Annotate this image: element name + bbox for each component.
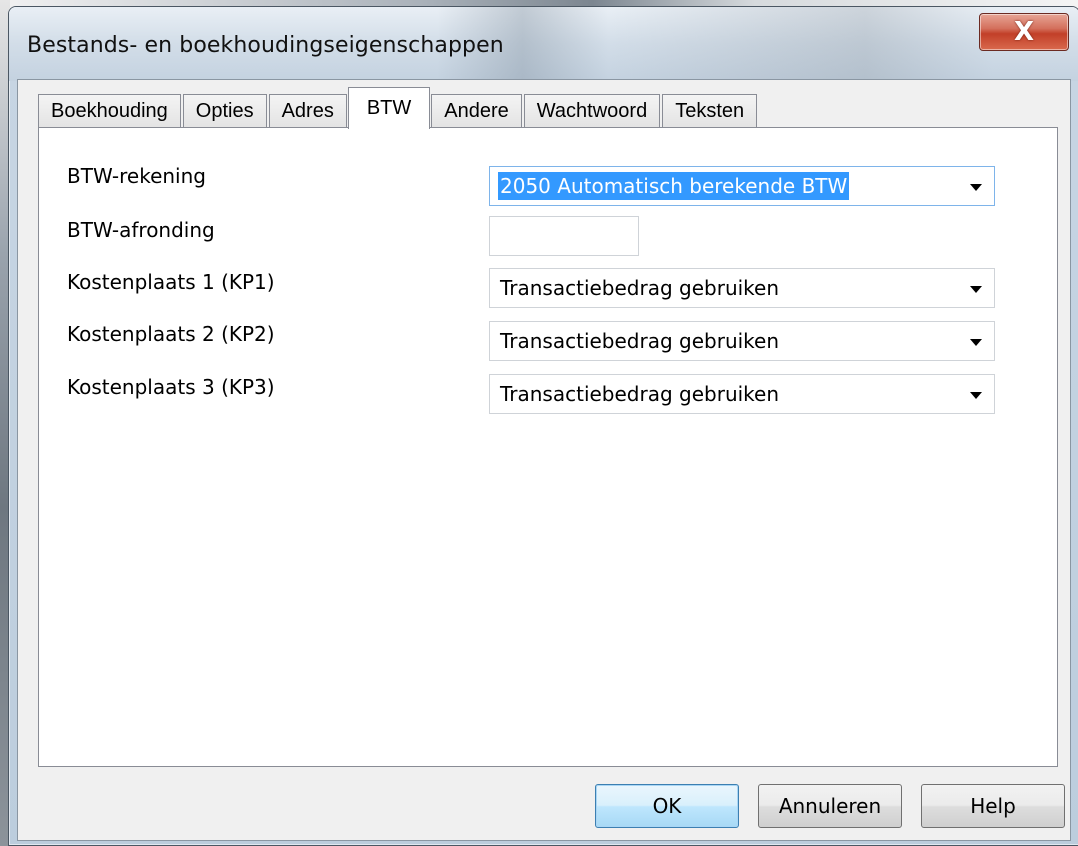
btw-rekening-label: BTW-rekening [67, 164, 206, 188]
cancel-button[interactable]: Annuleren [758, 784, 902, 828]
chevron-down-icon[interactable] [970, 392, 982, 399]
kp3-value: Transactiebedrag gebruiken [500, 382, 780, 406]
kp1-value: Transactiebedrag gebruiken [500, 276, 780, 300]
tab-boekhouding[interactable]: Boekhouding [38, 94, 181, 128]
tab-teksten[interactable]: Teksten [662, 94, 758, 128]
kp2-value: Transactiebedrag gebruiken [500, 329, 780, 353]
btw-rekening-dropdown[interactable]: 2050 Automatisch berekende BTW [489, 166, 995, 206]
kp3-dropdown[interactable]: Transactiebedrag gebruiken [489, 374, 995, 414]
dialog-client-area: Boekhouding Opties Adres BTW Andere Wach… [17, 79, 1071, 841]
window-title: Bestands- en boekhoudingseigenschappen [27, 33, 504, 58]
kp3-label: Kostenplaats 3 (KP3) [67, 375, 275, 399]
tab-btw[interactable]: BTW [347, 87, 431, 129]
kp1-label: Kostenplaats 1 (KP1) [67, 270, 275, 294]
close-button[interactable]: X [979, 13, 1069, 51]
help-button[interactable]: Help [921, 784, 1065, 828]
tab-andere[interactable]: Andere [431, 94, 522, 128]
properties-dialog: Bestands- en boekhoudingseigenschappen X… [8, 6, 1078, 846]
tab-wachtwoord[interactable]: Wachtwoord [523, 94, 661, 128]
btw-afronding-label: BTW-afronding [67, 218, 215, 242]
btw-tab-panel: BTW-rekening 2050 Automatisch berekende … [38, 127, 1058, 767]
btw-afronding-input[interactable] [489, 216, 639, 256]
btw-rekening-value: 2050 Automatisch berekende BTW [498, 172, 850, 200]
chevron-down-icon[interactable] [970, 184, 982, 191]
kp1-dropdown[interactable]: Transactiebedrag gebruiken [489, 268, 995, 308]
kp2-dropdown[interactable]: Transactiebedrag gebruiken [489, 321, 995, 361]
tab-adres[interactable]: Adres [268, 94, 347, 128]
close-icon: X [1013, 17, 1035, 47]
kp2-label: Kostenplaats 2 (KP2) [67, 322, 275, 346]
chevron-down-icon[interactable] [970, 286, 982, 293]
ok-button[interactable]: OK [595, 784, 739, 828]
tab-opties[interactable]: Opties [182, 94, 267, 128]
tab-strip: Boekhouding Opties Adres BTW Andere Wach… [38, 87, 759, 129]
title-bar[interactable]: Bestands- en boekhoudingseigenschappen X [9, 7, 1078, 81]
chevron-down-icon[interactable] [970, 339, 982, 346]
